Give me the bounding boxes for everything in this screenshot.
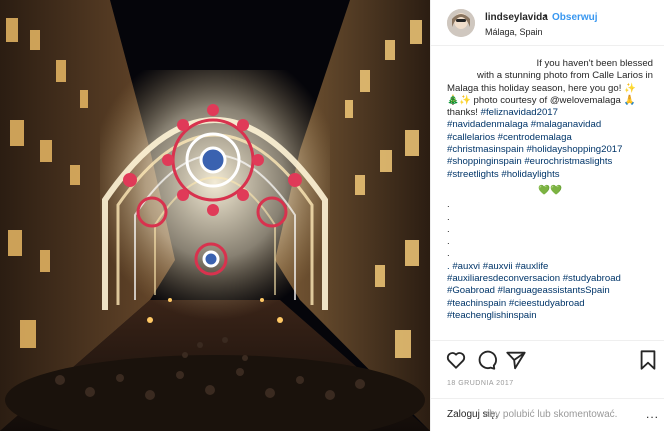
caption-line: 🎄✨ photo courtesy of @welovemalaga 🙏 <box>447 95 653 107</box>
hashtag-link[interactable]: #auxiliaresdeconversacion #studyabroad <box>447 273 653 285</box>
heart-icon <box>446 352 466 369</box>
login-prompt-text: aby polubić lub skomentować. <box>484 409 618 420</box>
caption-dot: . <box>447 236 450 248</box>
location-link[interactable]: Málaga, Spain <box>485 27 543 37</box>
comment-button[interactable] <box>475 349 497 371</box>
caption-line: with a stunning photo from Calle Larios … <box>477 70 653 82</box>
post-caption: If you haven't been blessed with a stunn… <box>447 58 653 340</box>
hashtag-link[interactable]: #feliznavidad2017 <box>481 107 558 118</box>
hashtag-link[interactable]: #christmasinspain #holidayshopping2017 <box>447 144 653 156</box>
caption-text: thanks! <box>447 107 478 119</box>
caption-dot: . <box>447 248 450 260</box>
hashtag-link[interactable]: #teachinspain #cieestudyabroad <box>447 298 653 310</box>
follow-button[interactable]: Obserwuj <box>552 12 598 23</box>
save-button[interactable] <box>637 349 659 371</box>
hashtag-link[interactable]: . #auxvi #auxvii #auxlife <box>447 261 653 273</box>
caption-line: If you haven't been blessed <box>536 58 653 69</box>
caption-dot: . <box>447 211 450 223</box>
caption-text: 🎄✨ photo courtesy of @welovemalaga 🙏 <box>447 94 636 106</box>
post-side-panel: lindseylavida • Obserwuj Málaga, Spain I… <box>430 0 664 431</box>
more-options-icon[interactable]: ... <box>646 407 659 421</box>
hashtag-link[interactable]: #teachenglishinspain <box>447 310 653 322</box>
separator-dot: • <box>544 11 548 22</box>
avatar[interactable] <box>447 9 475 37</box>
caption-dot: . <box>447 199 450 211</box>
username[interactable]: lindseylavida <box>485 12 548 23</box>
avatar-image <box>447 9 475 37</box>
post-date[interactable]: 18 GRUDNIA 2017 <box>447 380 514 387</box>
post-header: lindseylavida • Obserwuj Málaga, Spain <box>431 0 664 46</box>
caption-line: thanks! #feliznavidad2017 <box>447 107 653 119</box>
hashtag-link[interactable]: #shoppinginspain #eurochristmaslights <box>447 156 653 168</box>
share-icon <box>506 351 526 370</box>
hashtag-link[interactable]: #navidadenmalaga #malaganavidad <box>447 119 653 131</box>
street-lights-image <box>0 0 430 431</box>
caption-emoji: 💚💚 <box>538 184 562 196</box>
bookmark-icon <box>640 350 656 370</box>
hashtag-link[interactable]: #streetlights #holidaylights <box>447 169 653 181</box>
action-bar <box>431 340 664 380</box>
like-button[interactable] <box>445 349 467 371</box>
comment-icon <box>478 350 497 370</box>
comment-bar: Zaloguj się, aby polubić lub skomentować… <box>431 398 664 431</box>
caption-dot: . <box>447 223 450 235</box>
caption-line: Malaga this holiday season, here you go!… <box>447 82 637 94</box>
post-photo[interactable] <box>0 0 430 431</box>
hashtag-link[interactable]: #callelarios #centrodemalaga <box>447 132 653 144</box>
hashtag-link[interactable]: #Goabroad #languageassistantsSpain <box>447 285 653 297</box>
share-button[interactable] <box>505 349 527 371</box>
